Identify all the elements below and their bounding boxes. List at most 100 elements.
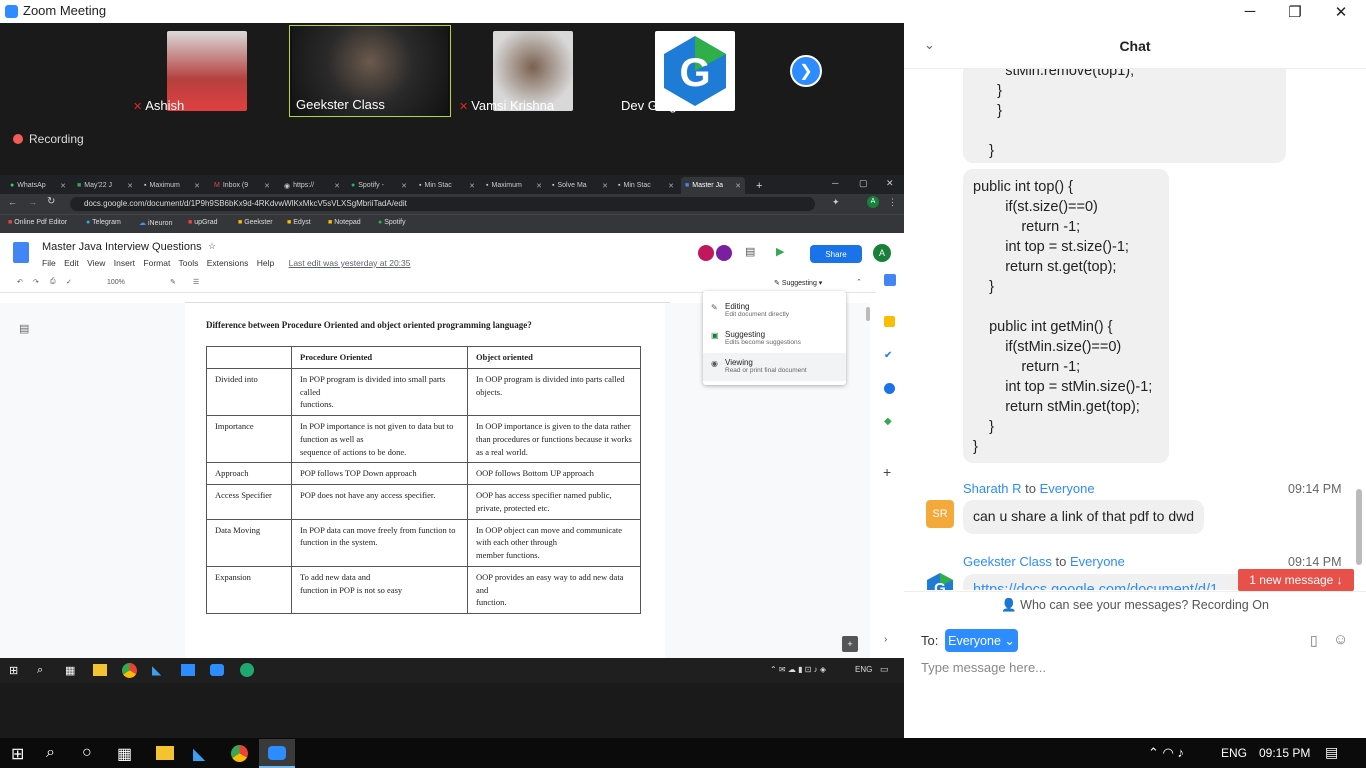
vscode-icon[interactable]: ◣ <box>193 744 205 764</box>
menu-format[interactable]: Format <box>143 258 170 268</box>
outline-icon[interactable]: ▤ <box>19 322 29 335</box>
browser-tab[interactable]: ▪ Min Stac ✕ <box>614 177 678 194</box>
spellcheck-icon[interactable]: ✓ <box>66 278 72 286</box>
participant-tile-active[interactable]: Geekster Class <box>289 25 451 117</box>
bookmark[interactable]: ■ Notepad <box>328 219 361 226</box>
menu-extensions[interactable]: Extensions <box>207 258 249 268</box>
bookmark[interactable]: ■ upGrad <box>188 219 218 226</box>
browser-tab[interactable]: ■ May'22 J ✕ <box>73 177 137 194</box>
extensions-icon[interactable]: ✦ <box>832 197 840 208</box>
cortana-icon[interactable]: ○ <box>82 744 92 762</box>
add-addon-icon[interactable]: + <box>883 464 891 480</box>
explore-icon[interactable]: + <box>842 636 858 652</box>
recipient-select[interactable]: Everyone ⌄ <box>945 629 1018 652</box>
bookmark[interactable]: ■ Edyst <box>287 219 311 226</box>
who-can-see-notice[interactable]: 👤 Who can see your messages? Recording O… <box>904 591 1366 617</box>
browser-tab-active[interactable]: ■ Master Ja ✕ <box>681 177 745 194</box>
message-input[interactable]: Type message here... <box>921 660 1046 675</box>
maps-icon[interactable]: ◆ <box>884 416 892 427</box>
file-explorer-icon[interactable] <box>156 746 174 760</box>
reload-icon[interactable]: ↻ <box>47 196 55 207</box>
close-icon[interactable]: ✕ <box>1318 0 1364 23</box>
clock[interactable]: 09:15 PM <box>1259 746 1310 760</box>
message-sender[interactable]: Sharath R to Everyone <box>963 481 1095 496</box>
browser-tab[interactable]: ▪ Maximum ✕ <box>482 177 546 194</box>
windows-start-icon[interactable]: ⊞ <box>11 744 24 764</box>
browser-tab[interactable]: ● Spotify - ✕ <box>347 177 411 194</box>
browser-menu-icon[interactable]: ⋮ <box>888 197 897 208</box>
tasks-icon[interactable]: ✔ <box>884 350 892 361</box>
collaborator-avatar[interactable] <box>698 245 714 261</box>
mode-viewing[interactable]: ◉ Viewing Read or print final document <box>703 353 846 381</box>
bookmark[interactable]: ● Telegram <box>86 219 121 226</box>
bookmark[interactable]: ■ Online Pdf Editor <box>8 219 67 226</box>
chat-scrollbar[interactable] <box>1356 69 1362 590</box>
menu-edit[interactable]: Edit <box>64 258 79 268</box>
menu-insert[interactable]: Insert <box>114 258 135 268</box>
meet-icon[interactable]: ▶ <box>776 245 784 258</box>
docs-scrollbar[interactable] <box>866 307 870 321</box>
url-bar[interactable]: docs.google.com/document/d/1P9h9SB6bKx9d… <box>70 197 815 211</box>
minimize-icon[interactable]: ─ <box>1227 0 1273 23</box>
print-icon[interactable]: ⎙ <box>50 278 56 286</box>
browser-restore-icon[interactable]: ▢ <box>859 178 868 189</box>
collaborator-avatar[interactable] <box>716 245 732 261</box>
align-icon[interactable]: ☰ <box>193 278 199 286</box>
menu-tools[interactable]: Tools <box>179 258 199 268</box>
browser-tab[interactable]: ◉ https://✕ <box>280 177 344 194</box>
next-page-button[interactable]: ❯ <box>790 55 822 87</box>
highlight-icon[interactable]: ✎ <box>170 278 176 286</box>
task-view-icon[interactable]: ▦ <box>117 744 132 764</box>
action-center-icon[interactable]: ▤ <box>1325 744 1338 761</box>
tray-icons[interactable]: ⌃ ◠ ♪ <box>1148 745 1184 761</box>
mode-suggesting[interactable]: ▣ Suggesting Edits become suggestions <box>703 325 846 353</box>
scrollbar-thumb[interactable] <box>1356 489 1362 565</box>
message-link[interactable]: https://docs.google.com/document/d/1 <box>963 574 1253 590</box>
bookmark[interactable]: ☁ iNeuron <box>139 219 172 227</box>
mode-select[interactable]: ✎ Suggesting ▾ <box>774 279 822 287</box>
language-indicator[interactable]: ENG <box>1221 746 1247 760</box>
browser-tab[interactable]: M Inbox (9 ✕ <box>210 177 274 194</box>
participant-tile[interactable]: ✕ Vamsi Krishna <box>453 25 613 117</box>
comment-icon[interactable]: ▤ <box>745 245 755 258</box>
docs-profile-avatar[interactable]: A <box>873 244 891 262</box>
participant-tile[interactable]: ✕ Ashish <box>127 25 287 117</box>
zoom-taskbar-button[interactable] <box>259 739 295 768</box>
menu-file[interactable]: File <box>42 258 56 268</box>
forward-icon[interactable]: → <box>28 197 37 207</box>
bookmark[interactable]: ■ Geekster <box>238 219 273 226</box>
bookmark[interactable]: ● Spotify <box>378 219 406 226</box>
chrome-icon[interactable] <box>231 745 248 762</box>
browser-close-icon[interactable]: ✕ <box>886 178 894 189</box>
browser-tab[interactable]: ▪ Maximum ✕ <box>140 177 204 194</box>
profile-avatar[interactable]: A <box>867 196 879 208</box>
browser-minimize-icon[interactable]: ─ <box>832 178 838 188</box>
new-message-button[interactable]: 1 new message ↓ <box>1238 569 1354 591</box>
restore-icon[interactable]: ❐ <box>1272 0 1318 23</box>
participant-tile[interactable]: G Dev Garg <box>615 25 775 117</box>
browser-tab[interactable]: ▪ Min Stac ✕ <box>415 177 479 194</box>
back-icon[interactable]: ← <box>8 197 17 207</box>
menu-view[interactable]: View <box>87 258 105 268</box>
collapse-icon[interactable]: ⌃ <box>856 278 862 286</box>
expand-rail-icon[interactable]: › <box>884 634 887 645</box>
browser-tab[interactable]: ● WhatsAp ✕ <box>6 177 70 194</box>
star-icon[interactable]: ☆ <box>208 241 216 252</box>
mode-editing[interactable]: ✎ Editing Edit document directly <box>703 297 846 325</box>
undo-icon[interactable]: ↶ <box>17 278 23 286</box>
emoji-icon[interactable]: ☺ <box>1333 631 1348 648</box>
menu-help[interactable]: Help <box>257 258 274 268</box>
doc-title[interactable]: Master Java Interview Questions <box>42 241 202 253</box>
zoom-select[interactable]: 100% <box>107 279 125 286</box>
keep-icon[interactable] <box>884 316 895 327</box>
new-tab-icon[interactable]: + <box>752 177 766 194</box>
share-button[interactable]: Share <box>810 245 862 263</box>
message-sender[interactable]: Geekster Class to Everyone <box>963 554 1125 569</box>
contacts-icon[interactable] <box>884 383 895 394</box>
browser-tab[interactable]: ▪ Solve Ma ✕ <box>548 177 612 194</box>
search-icon[interactable]: ⌕ <box>46 744 55 762</box>
last-edit-link[interactable]: Last edit was yesterday at 20:35 <box>289 258 411 268</box>
redo-icon[interactable]: ↷ <box>33 278 39 286</box>
file-icon[interactable]: ▯ <box>1310 632 1318 649</box>
calendar-icon[interactable] <box>884 274 896 286</box>
